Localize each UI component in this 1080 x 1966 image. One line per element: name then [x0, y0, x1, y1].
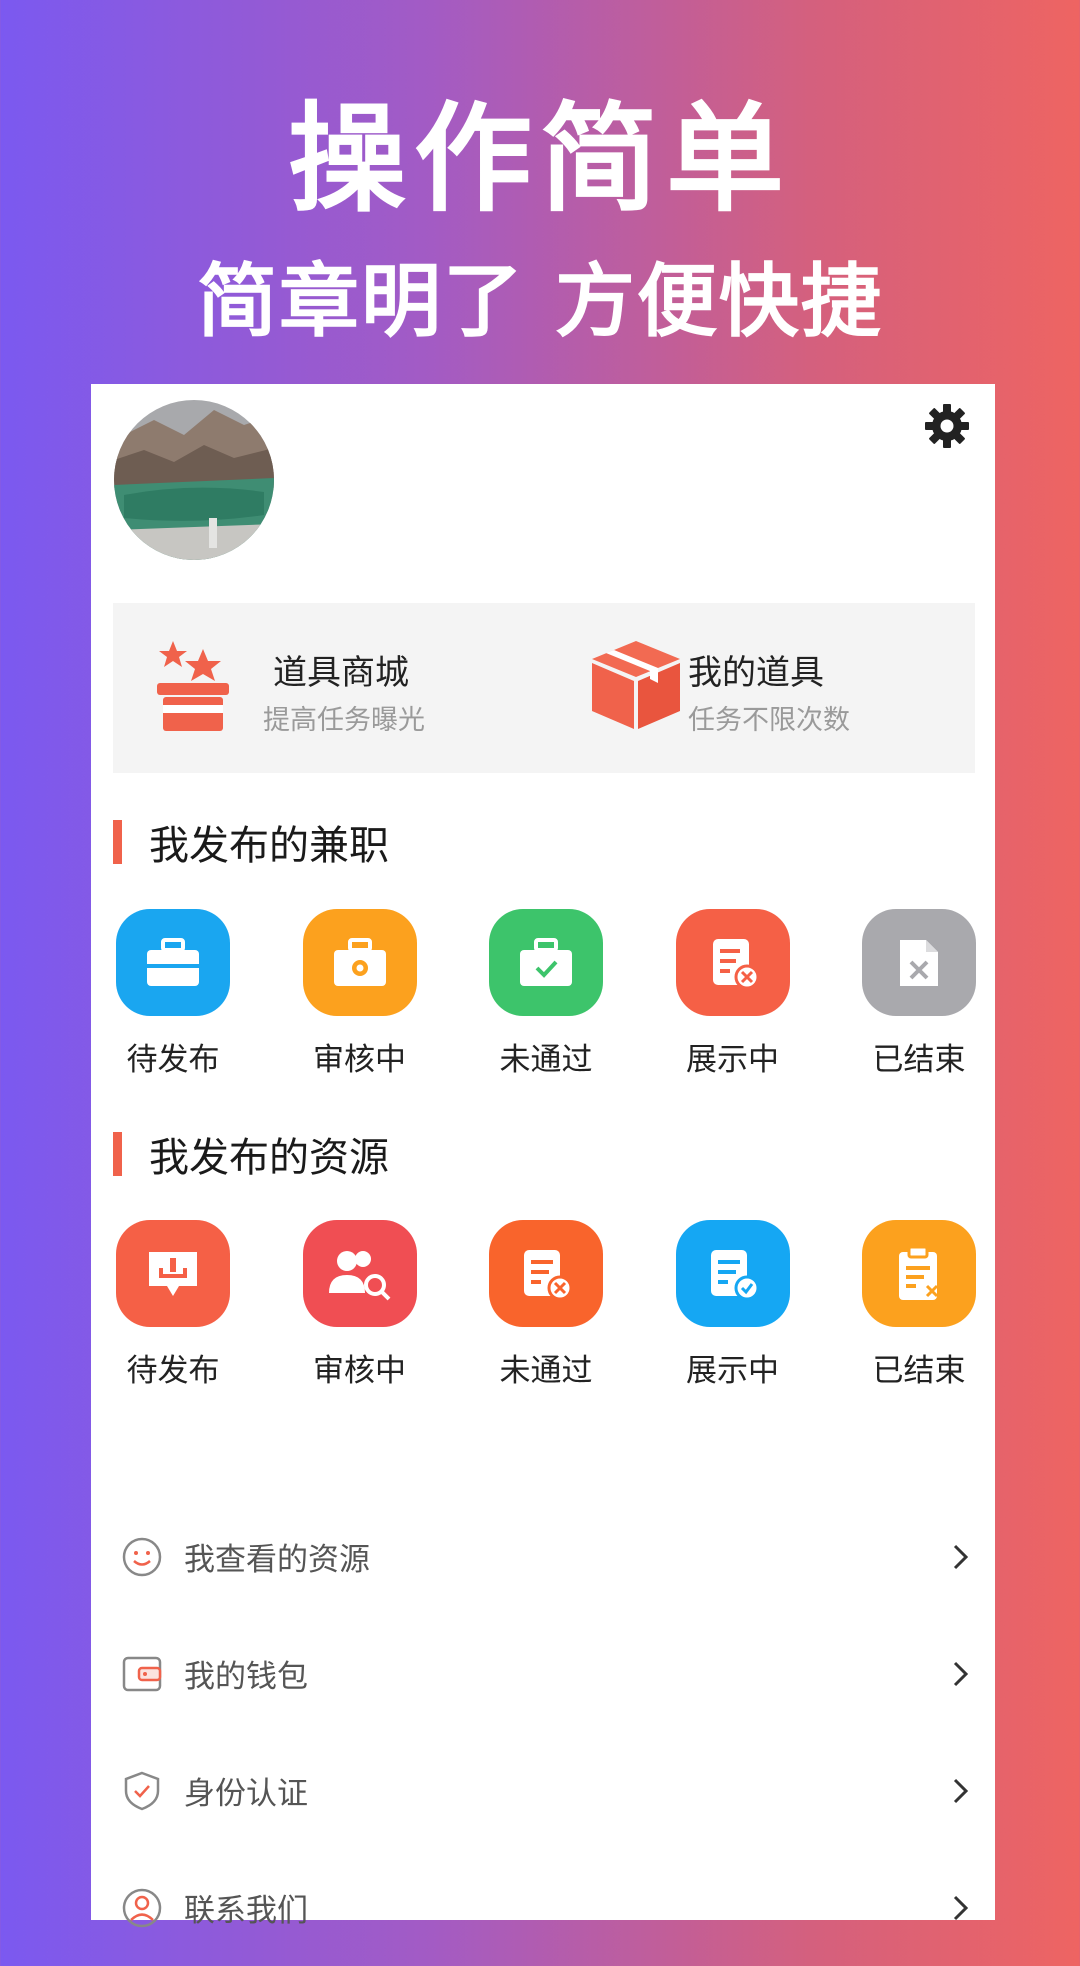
menu-item-label: 我的钱包 [184, 1659, 308, 1695]
resources-status-showing[interactable]: 展示中 [673, 1220, 793, 1390]
message-upload-icon [116, 1220, 230, 1327]
status-label: 待发布 [126, 1353, 220, 1389]
status-label: 已结束 [872, 1353, 966, 1389]
section-title-jobs: 我发布的兼职 [113, 818, 389, 869]
status-label: 未通过 [499, 1042, 593, 1078]
menu-item-label: 身份认证 [184, 1776, 308, 1812]
status-label: 展示中 [686, 1353, 779, 1389]
box-icon [588, 637, 684, 737]
users-search-icon [302, 1220, 417, 1327]
avatar[interactable] [114, 400, 274, 560]
menu-item-wallet[interactable]: 我的钱包 [91, 1615, 995, 1732]
document-x-icon [489, 1220, 603, 1327]
chevron-right-icon [951, 1659, 971, 1689]
promo-subline: 简章明了 方便快捷 [197, 255, 883, 348]
status-label: 审核中 [313, 1353, 406, 1389]
resources-status-grid: 待发布 审核中 未通过 展示中 已结束 [113, 1220, 979, 1390]
tool-title: 道具商城 [273, 653, 409, 693]
settings-menu: 我查看的资源 我的钱包 身份认证 联系我们 [91, 1498, 995, 1966]
tool-item-shop[interactable]: 道具商城 提高任务曝光 [113, 603, 544, 773]
briefcase-check-icon [489, 909, 603, 1016]
jobs-status-showing[interactable]: 展示中 [673, 909, 793, 1079]
magic-hat-icon [151, 637, 235, 737]
status-label: 展示中 [686, 1042, 779, 1078]
section-accent-bar [113, 820, 122, 864]
smile-icon [121, 1536, 163, 1578]
user-circle-icon [121, 1887, 163, 1929]
menu-item-contact[interactable]: 联系我们 [91, 1849, 995, 1966]
status-label: 待发布 [126, 1042, 220, 1078]
tools-panel: 道具商城 提高任务曝光 我的道具 任务不限次数 [113, 603, 975, 773]
section-title-text: 我发布的资源 [149, 1135, 389, 1181]
status-label: 审核中 [313, 1042, 406, 1078]
menu-item-viewed-resources[interactable]: 我查看的资源 [91, 1498, 995, 1615]
wallet-icon [121, 1653, 163, 1695]
resources-status-reviewing[interactable]: 审核中 [300, 1220, 420, 1390]
resources-status-rejected[interactable]: 未通过 [486, 1220, 606, 1390]
resources-status-pending[interactable]: 待发布 [113, 1220, 233, 1390]
resources-status-ended[interactable]: 已结束 [859, 1220, 979, 1390]
shield-check-icon [121, 1770, 163, 1812]
jobs-status-pending[interactable]: 待发布 [113, 909, 233, 1079]
menu-item-identity[interactable]: 身份认证 [91, 1732, 995, 1849]
section-title-resources: 我发布的资源 [113, 1130, 389, 1181]
clipboard-x-icon [862, 1220, 976, 1327]
briefcase-icon [116, 909, 230, 1016]
jobs-status-grid: 待发布 审核中 未通过 展示中 已结束 [113, 909, 979, 1079]
jobs-status-ended[interactable]: 已结束 [859, 909, 979, 1079]
menu-item-label: 我查看的资源 [184, 1542, 370, 1578]
status-label: 未通过 [499, 1353, 593, 1389]
briefcase-gear-icon [302, 909, 417, 1016]
tool-subtitle: 任务不限次数 [688, 705, 850, 736]
gear-icon[interactable] [923, 402, 971, 450]
section-accent-bar [113, 1132, 122, 1176]
status-label: 已结束 [872, 1042, 966, 1078]
jobs-status-reviewing[interactable]: 审核中 [300, 909, 420, 1079]
promo-headline: 操作简单 [287, 90, 792, 228]
jobs-status-rejected[interactable]: 未通过 [486, 909, 606, 1079]
tool-item-my-props[interactable]: 我的道具 任务不限次数 [544, 603, 975, 773]
document-x-icon [675, 909, 790, 1016]
chevron-right-icon [951, 1893, 971, 1923]
chevron-right-icon [951, 1542, 971, 1572]
tool-subtitle: 提高任务曝光 [263, 705, 425, 736]
menu-item-label: 联系我们 [184, 1893, 308, 1929]
file-x-icon [862, 909, 976, 1016]
section-title-text: 我发布的兼职 [149, 823, 389, 869]
chevron-right-icon [951, 1776, 971, 1806]
profile-card: 道具商城 提高任务曝光 我的道具 任务不限次数 我发布的兼职 待发布 审核中 未… [91, 384, 995, 1929]
tool-title: 我的道具 [688, 653, 824, 693]
document-check-icon [675, 1220, 790, 1327]
